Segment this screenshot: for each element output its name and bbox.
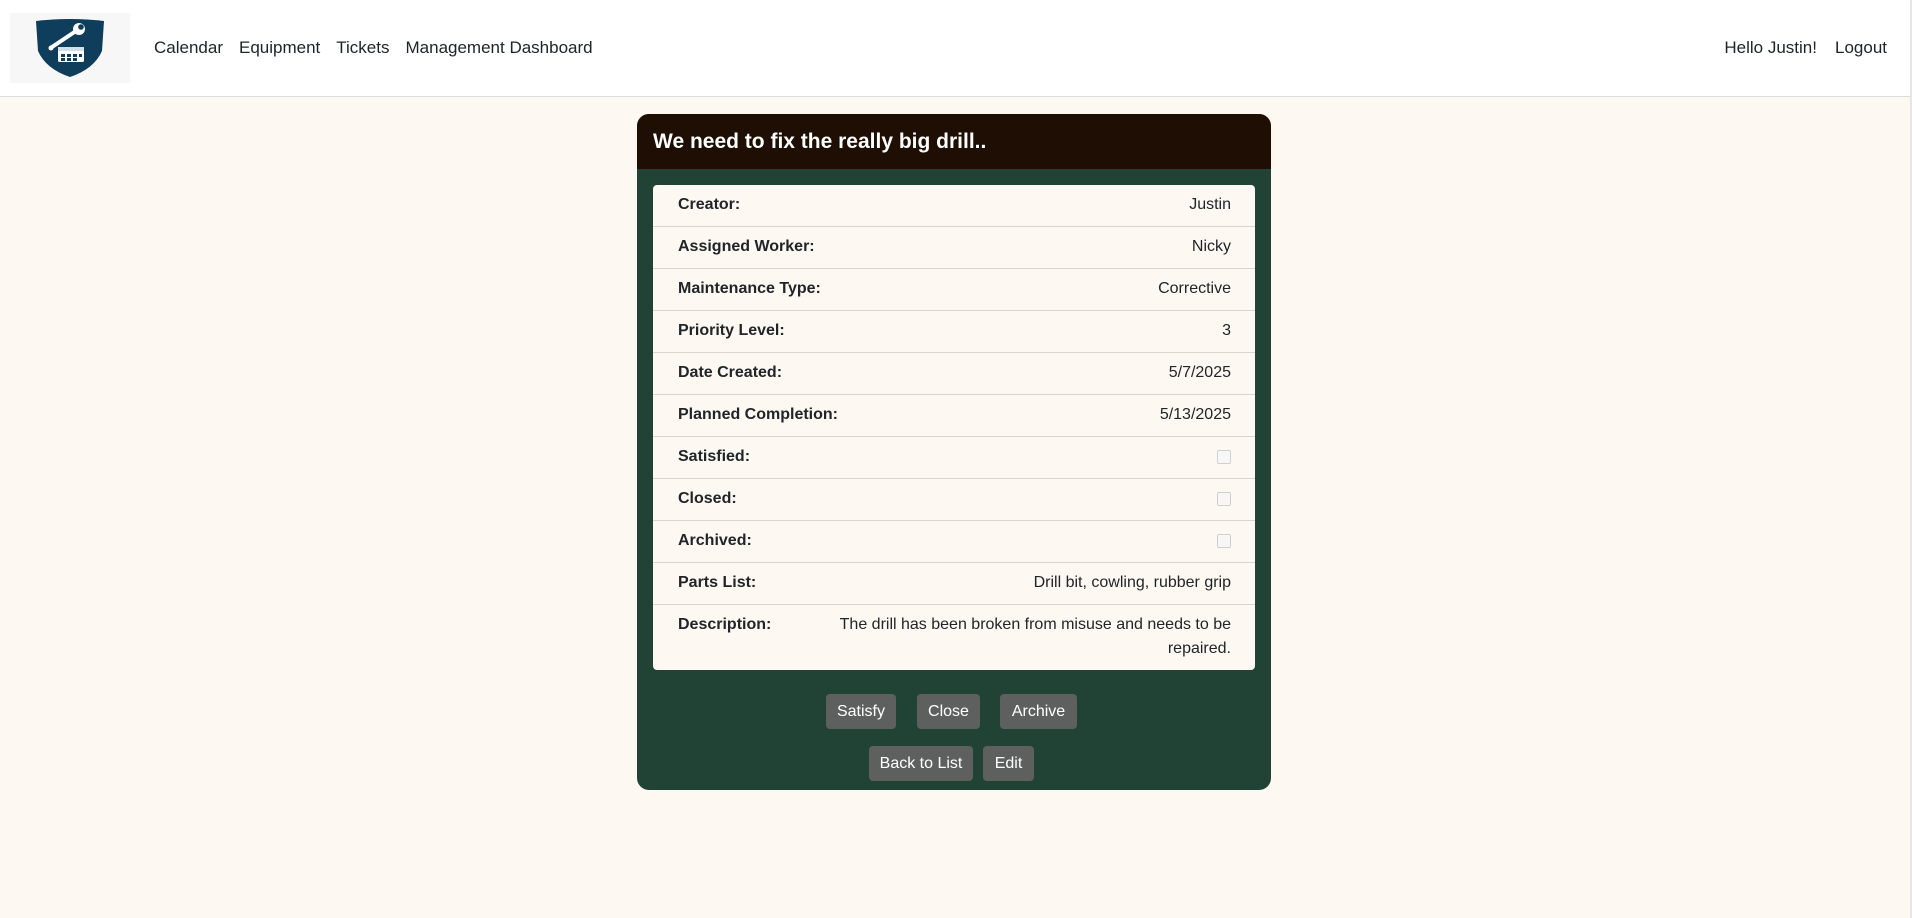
field-value: Nicky [1191, 238, 1231, 255]
field-row-date-created: Date Created: 5/7/2025 [653, 353, 1255, 395]
field-label: Date Created: [678, 364, 783, 381]
satisfied-checkbox [1217, 450, 1231, 464]
field-row-creator: Creator: Justin [653, 185, 1255, 227]
ticket-title: We need to fix the really big drill.. [637, 114, 1271, 169]
nav-link-calendar[interactable]: Calendar [154, 38, 223, 58]
field-row-priority-level: Priority Level: 3 [653, 311, 1255, 353]
field-value: 5/13/2025 [1159, 406, 1231, 423]
field-row-closed: Closed: [653, 479, 1255, 521]
field-label: Assigned Worker: [678, 238, 815, 255]
close-button[interactable]: Close [917, 694, 980, 729]
field-row-assigned-worker: Assigned Worker: Nicky [653, 227, 1255, 269]
satisfy-button[interactable]: Satisfy [826, 694, 896, 729]
field-value: Corrective [1158, 280, 1231, 297]
edit-button[interactable]: Edit [983, 746, 1034, 781]
field-value: 3 [1222, 322, 1231, 339]
field-row-parts-list: Parts List: Drill bit, cowling, rubber g… [653, 563, 1255, 605]
nav-link-tickets[interactable]: Tickets [336, 38, 389, 58]
archived-checkbox [1217, 534, 1231, 548]
user-greeting[interactable]: Hello Justin! [1724, 38, 1817, 58]
field-value: Justin [1189, 196, 1231, 213]
field-row-archived: Archived: [653, 521, 1255, 563]
app-logo[interactable] [10, 13, 130, 83]
field-label: Closed: [678, 490, 737, 507]
archive-button[interactable]: Archive [1000, 694, 1077, 729]
field-value: 5/7/2025 [1168, 364, 1231, 381]
top-navbar: Calendar Equipment Tickets Management Da… [0, 0, 1910, 97]
field-row-satisfied: Satisfied: [653, 437, 1255, 479]
logout-link[interactable]: Logout [1835, 38, 1887, 58]
field-label: Satisfied: [678, 448, 751, 465]
field-label: Parts List: [678, 574, 757, 591]
field-label: Maintenance Type: [678, 280, 821, 297]
field-value: Drill bit, cowling, rubber grip [1033, 574, 1231, 591]
ticket-fields-list: Creator: Justin Assigned Worker: Nicky M… [653, 185, 1255, 670]
back-to-list-button[interactable]: Back to List [869, 746, 973, 781]
main-nav: Calendar Equipment Tickets Management Da… [154, 0, 593, 96]
closed-checkbox [1217, 492, 1231, 506]
field-row-planned-completion: Planned Completion: 5/13/2025 [653, 395, 1255, 437]
field-row-description: Description: The drill has been broken f… [653, 605, 1255, 670]
nav-link-management-dashboard[interactable]: Management Dashboard [406, 38, 593, 58]
nav-link-equipment[interactable]: Equipment [239, 38, 320, 58]
field-value: The drill has been broken from misuse an… [839, 616, 1231, 657]
field-label: Planned Completion: [678, 406, 838, 423]
field-label: Creator: [678, 196, 741, 213]
user-nav: Hello Justin! Logout [1724, 0, 1887, 96]
ticket-details-card: We need to fix the really big drill.. Cr… [637, 114, 1271, 790]
field-label: Description: [678, 616, 772, 633]
field-label: Archived: [678, 532, 752, 549]
wrench-calendar-shield-icon [36, 19, 104, 77]
field-row-maintenance-type: Maintenance Type: Corrective [653, 269, 1255, 311]
field-label: Priority Level: [678, 322, 785, 339]
